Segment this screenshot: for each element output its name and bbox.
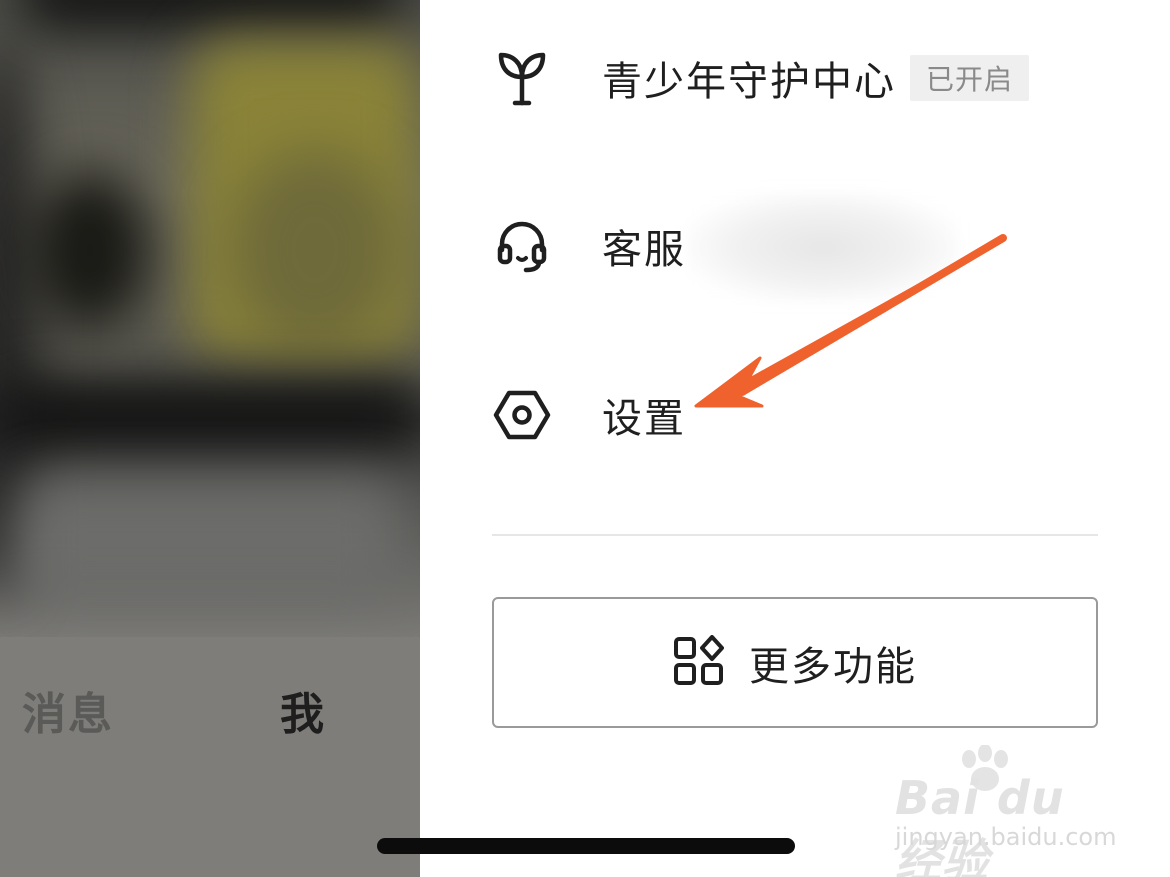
bottom-tab-bar [0, 637, 420, 877]
status-badge: 已开启 [910, 55, 1030, 101]
headset-icon [492, 216, 552, 276]
home-indicator[interactable] [377, 838, 795, 854]
menu-item-label: 设置 [602, 396, 686, 442]
more-features-button[interactable]: 更多功能 [492, 597, 1098, 728]
menu-item-customer-service[interactable]: 客服 [492, 206, 686, 286]
hexagon-settings-icon [492, 385, 552, 445]
tab-messages[interactable]: 消息 [22, 678, 114, 742]
baidu-watermark: Bai du 经验 jingyan.baidu.com [895, 745, 1125, 877]
menu-item-label: 青少年守护中心 [602, 59, 896, 105]
more-features-label: 更多功能 [749, 643, 917, 690]
menu-item-youth-protection[interactable]: 青少年守护中心 已开启 [492, 38, 1030, 118]
annotation-arrow [694, 234, 1007, 408]
watermark-url: jingyan.baidu.com [895, 823, 1117, 851]
grid-apps-icon [673, 634, 725, 691]
tab-me[interactable]: 我 [280, 678, 326, 742]
menu-item-settings[interactable]: 设置 [492, 375, 686, 455]
menu-item-label: 客服 [602, 227, 686, 273]
sprout-icon [492, 48, 552, 108]
dimmed-background[interactable]: 消息 我 [0, 0, 420, 877]
divider [492, 534, 1098, 536]
